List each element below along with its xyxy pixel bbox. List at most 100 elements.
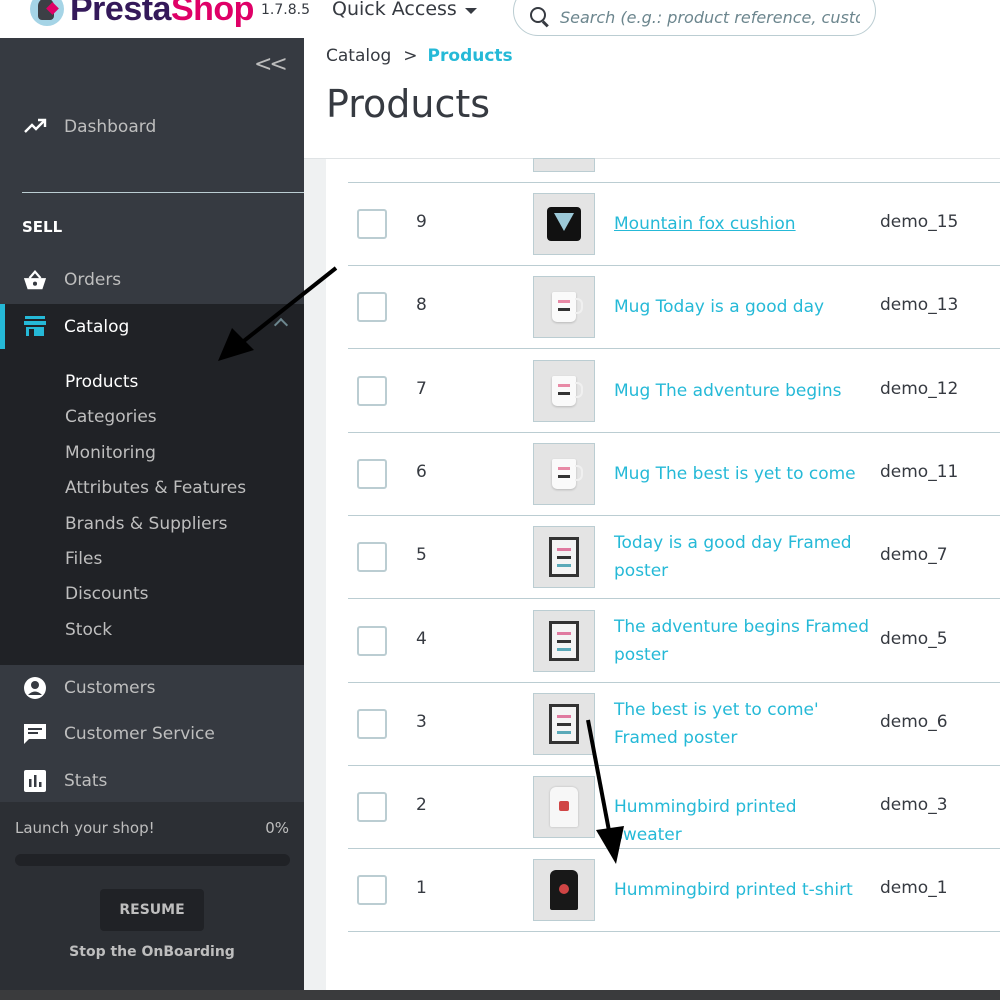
product-name-link[interactable]: Mug The adventure begins [614,377,869,405]
product-id: 3 [416,711,427,732]
product-thumbnail[interactable] [533,859,595,922]
product-thumbnail[interactable] [533,692,595,755]
row-checkbox[interactable] [357,292,387,323]
sidebar-subitem-discounts[interactable]: Discounts [65,584,149,604]
search-box[interactable] [513,0,876,36]
product-thumbnail[interactable] [533,359,595,422]
row-checkbox[interactable] [357,375,387,406]
sidebar-item-label: Stats [64,771,108,791]
product-thumbnail[interactable] [533,526,595,589]
sidebar-item-label: Customers [64,678,156,698]
caret-down-icon [464,7,477,14]
product-name-link[interactable]: The best is yet to come' Framed poster [614,696,869,752]
sidebar-item-label: Orders [64,270,122,290]
onboarding-progress-bar [15,854,290,866]
product-name-link[interactable]: Mountain fox cushion [614,210,869,238]
sidebar-item-dashboard[interactable]: Dashboard [0,104,304,150]
row-checkbox[interactable] [357,708,387,739]
table-row: 3 The best is yet to come' Framed poster d… [348,683,1000,766]
row-checkbox[interactable] [357,792,387,823]
product-thumbnail[interactable] [533,609,595,672]
quick-access-label: Quick Access [332,0,457,20]
table-row: 1 Hummingbird printed t-shirt demo_1 [348,849,1000,933]
sidebar-item-orders[interactable]: Orders [0,257,304,303]
chevron-up-icon[interactable] [273,317,289,333]
product-reference: demo_13 [880,295,959,316]
logo-text-shop: Shop [170,0,254,28]
search-icon[interactable] [530,7,550,27]
product-name-link[interactable]: The adventure begins Framed poster [614,613,869,669]
table-row: 7 Mug The adventure begins demo_12 [348,350,1000,433]
product-reference: demo_15 [880,212,959,232]
prestashop-logo[interactable]: PrestaShop [30,0,254,26]
mug-icon [552,375,583,406]
table-row: 6 Mug The best is yet to come demo_11 [348,433,1000,516]
table-row-partial [348,100,1000,183]
top-bar: PrestaShop 1.7.8.5 Quick Access [0,0,1000,38]
breadcrumb-catalog[interactable]: Catalog [326,46,391,66]
sidebar-subitem-monitoring[interactable]: Monitoring [65,443,156,463]
product-reference: demo_11 [880,461,959,482]
sidebar-subitem-brands-suppliers[interactable]: Brands & Suppliers [65,514,227,534]
table-row: 2 Hummingbird printed sweater demo_3 [348,766,1000,850]
sidebar-item-customer-service[interactable]: Customer Service [0,711,304,757]
collapse-sidebar-button[interactable]: << [254,52,288,77]
table-row: 8 Mug Today is a good day demo_13 [348,266,1000,350]
sidebar-subitem-categories[interactable]: Categories [65,407,157,427]
logo-text-presta: Presta [70,0,171,28]
stop-onboarding-link[interactable]: Stop the OnBoarding [0,944,304,960]
breadcrumb-products[interactable]: Products [428,46,513,66]
resume-button[interactable]: RESUME [100,889,204,931]
table-row: 9 Mountain fox cushion demo_15 [348,183,1000,266]
product-reference: demo_5 [880,628,948,649]
store-icon [23,315,47,342]
sidebar-item-customers[interactable]: Customers [0,665,304,711]
section-title-sell: SELL [22,218,63,236]
product-id: 7 [416,378,427,399]
product-thumbnail[interactable] [533,776,595,839]
bottom-status-bar [0,990,1000,1000]
product-reference: demo_12 [880,378,959,399]
row-checkbox[interactable] [357,209,387,239]
sidebar-subitem-stock[interactable]: Stock [65,620,112,640]
product-reference: demo_7 [880,545,948,566]
account-circle-icon [23,676,47,700]
mug-icon [552,292,583,323]
tshirt-icon [550,870,578,911]
product-name-link[interactable]: Hummingbird printed sweater [614,793,869,849]
row-checkbox[interactable] [357,625,387,656]
sweater-icon [550,787,578,828]
product-id: 6 [416,461,427,482]
product-name-link[interactable]: Mug Today is a good day [614,293,869,321]
sidebar-item-label: Customer Service [64,724,215,744]
table-row: 5 Today is a good day Framed poster demo_7 [348,516,1000,600]
product-thumbnail[interactable] [533,276,595,339]
sidebar-item-stats[interactable]: Stats [0,758,304,804]
sidebar-item-catalog[interactable]: Catalog [0,304,304,349]
product-thumbnail[interactable] [533,193,595,255]
onboarding-panel: Launch your shop! 0% RESUME Stop the OnB… [0,802,304,990]
search-input[interactable] [560,7,860,27]
sidebar-subitem-products[interactable]: Products [65,372,138,392]
product-name-link[interactable]: Hummingbird printed t-shirt [614,876,869,904]
onboarding-title: Launch your shop! [15,819,155,837]
sidebar-divider [22,192,304,193]
product-name-link[interactable]: Mug The best is yet to come [614,460,869,488]
sidebar-item-label: Dashboard [64,117,157,137]
product-thumbnail [533,158,595,172]
row-checkbox[interactable] [357,875,387,906]
product-reference: demo_6 [880,711,948,732]
version-label: 1.7.8.5 [261,2,310,18]
sidebar-subitem-files[interactable]: Files [65,549,102,569]
row-checkbox[interactable] [357,542,387,573]
product-name-link[interactable]: Today is a good day Framed poster [614,529,869,585]
sidebar-subitem-attributes-features[interactable]: Attributes & Features [65,478,246,498]
row-checkbox[interactable] [357,458,387,489]
chat-bubble-icon [23,722,47,746]
breadcrumb: Catalog > Products [326,46,513,66]
product-id: 4 [416,628,427,649]
sidebar-catalog-section: Catalog Products Categories Monitoring A… [0,304,304,665]
quick-access-dropdown[interactable]: Quick Access [332,0,477,20]
product-thumbnail[interactable] [533,442,595,505]
sidebar-item-label: Catalog [64,316,130,337]
